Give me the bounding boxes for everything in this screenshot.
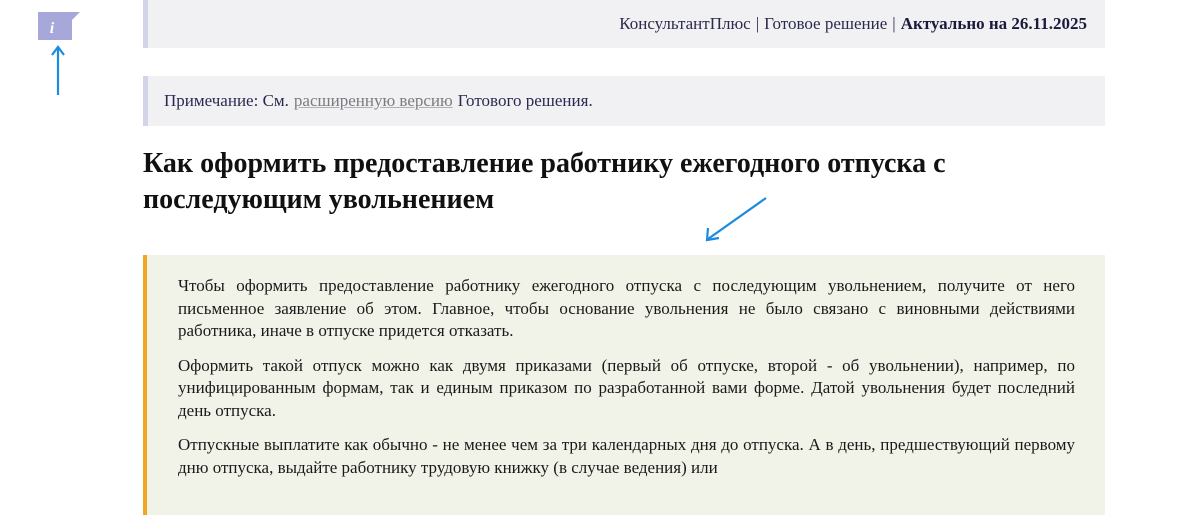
header-separator: | bbox=[892, 14, 896, 33]
doc-type-label: Готовое решение bbox=[764, 14, 888, 33]
actual-date-label: Актуально на 26.11.2025 bbox=[900, 14, 1087, 33]
page-title: Как оформить предоставление работнику еж… bbox=[143, 148, 946, 215]
note-suffix: Готового решения. bbox=[457, 91, 593, 110]
info-icon[interactable]: i bbox=[38, 12, 80, 40]
source-label: КонсультантПлюс bbox=[619, 14, 751, 33]
summary-paragraph: Чтобы оформить предоставление работнику … bbox=[178, 276, 1075, 340]
arrow-up-icon bbox=[48, 44, 68, 96]
extended-version-link[interactable]: расширенную версию bbox=[294, 91, 453, 111]
document-header: КонсультантПлюс | Готовое решение | Акту… bbox=[143, 0, 1105, 48]
info-glyph: i bbox=[50, 20, 55, 37]
summary-paragraph: Отпускные выплатите как обычно - не мене… bbox=[178, 435, 1075, 477]
note-bar: Примечание: См. расширенную версию Готов… bbox=[143, 76, 1105, 126]
header-separator: | bbox=[755, 14, 760, 33]
summary-block: Чтобы оформить предоставление работнику … bbox=[143, 255, 1105, 515]
summary-paragraph: Оформить такой отпуск можно как двумя пр… bbox=[178, 355, 1075, 420]
note-prefix: Примечание: См. bbox=[164, 91, 289, 110]
